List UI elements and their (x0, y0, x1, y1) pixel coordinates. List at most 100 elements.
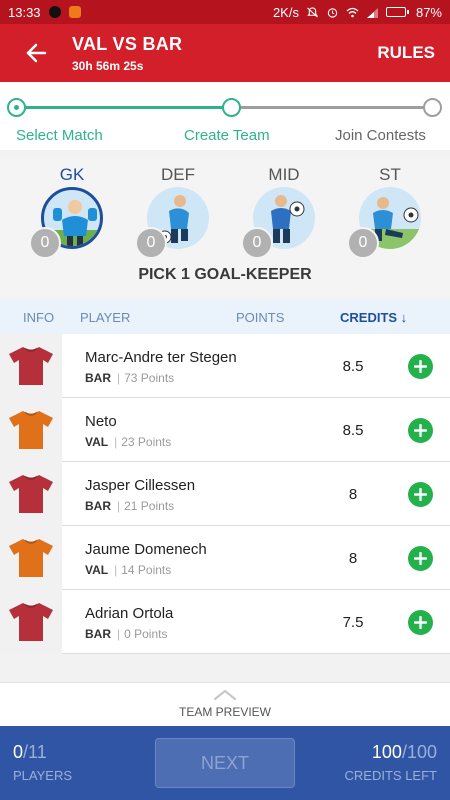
player-meta: BAR | 73 Points (85, 371, 175, 385)
plus-icon (414, 360, 427, 373)
add-player-button[interactable] (408, 354, 433, 379)
column-header-info: INFO (23, 310, 55, 325)
credits-left-label: CREDITS LEFT (344, 768, 437, 783)
match-countdown: 30h 56m 25s (72, 58, 144, 73)
jersey-icon (9, 475, 53, 513)
step-node-join-contests[interactable] (423, 98, 442, 117)
player-credits: 7.5 (342, 614, 364, 631)
player-points: 73 Points (124, 371, 175, 385)
wifi-icon (346, 7, 359, 17)
step-node-select-match[interactable] (7, 98, 26, 117)
players-selected: 0 (13, 742, 24, 762)
position-count-badge: 0 (29, 227, 61, 259)
position-label: MID (268, 165, 300, 184)
player-info-button[interactable] (0, 398, 62, 462)
player-row[interactable]: Adrian Ortola BAR | 0 Points 7.5 (0, 590, 450, 654)
app-notification-icon (68, 6, 81, 18)
credits-total: /100 (401, 742, 437, 762)
arrow-left-icon (26, 43, 47, 63)
position-tab-def[interactable]: DEF 0 (123, 156, 233, 259)
position-count-badge: 0 (347, 227, 379, 259)
add-player-button[interactable] (408, 610, 433, 635)
position-label: GK (59, 165, 85, 184)
player-row[interactable]: Jasper Cillessen BAR | 21 Points 8 (0, 462, 450, 526)
signal-icon (366, 7, 378, 18)
player-name: Adrian Ortola (85, 605, 174, 622)
step-label-create-team[interactable]: Create Team (184, 127, 270, 144)
chevron-up-icon (213, 689, 237, 701)
column-header-credits[interactable]: CREDITS ↓ (340, 310, 407, 325)
player-points: 14 Points (121, 563, 172, 577)
position-selector: GK 0 DEF 0 MID 0 ST 0 PICK 1 GOAL-KEEPER (0, 156, 450, 296)
player-meta: VAL | 14 Points (85, 563, 172, 577)
bug-notification-icon (48, 6, 61, 18)
status-time: 13:33 (8, 4, 41, 20)
player-table-header: INFO PLAYER POINTS CREDITS ↓ (0, 300, 450, 334)
player-row[interactable]: Marc-Andre ter Stegen BAR | 73 Points 8.5 (0, 334, 450, 398)
app-bar: VAL VS BAR 30h 56m 25s RULES (0, 24, 450, 82)
jersey-icon (9, 603, 53, 641)
player-points: 23 Points (121, 435, 172, 449)
players-counter: 0/11 PLAYERS (13, 742, 72, 783)
player-row[interactable]: Neto VAL | 23 Points 8.5 (0, 398, 450, 462)
defender-avatar: 0 (135, 187, 209, 259)
goalkeeper-avatar: 0 (29, 187, 103, 259)
player-info-button[interactable] (0, 462, 62, 526)
player-team: BAR (85, 627, 111, 641)
column-header-points[interactable]: POINTS (236, 310, 284, 325)
position-count-badge: 0 (135, 227, 167, 259)
add-player-button[interactable] (408, 482, 433, 507)
player-meta: BAR | 21 Points (85, 499, 175, 513)
player-meta: VAL | 23 Points (85, 435, 172, 449)
team-preview-toggle[interactable]: TEAM PREVIEW (0, 682, 450, 726)
stepper-line-done (16, 106, 232, 109)
step-label-join-contests[interactable]: Join Contests (335, 127, 426, 144)
jersey-icon (9, 539, 53, 577)
step-node-create-team[interactable] (222, 98, 241, 117)
plus-icon (414, 552, 427, 565)
player-name: Marc-Andre ter Stegen (85, 349, 237, 366)
bottom-bar: 0/11 PLAYERS NEXT 100/100 CREDITS LEFT (0, 726, 450, 800)
player-credits: 8.5 (342, 358, 364, 375)
player-info-button[interactable] (0, 526, 62, 590)
position-tab-st[interactable]: ST 0 (335, 156, 445, 259)
player-info-button[interactable] (0, 334, 62, 398)
match-title: VAL VS BAR (72, 33, 183, 54)
players-total: /11 (23, 742, 47, 762)
team-preview-label: TEAM PREVIEW (178, 705, 271, 719)
plus-icon (414, 616, 427, 629)
player-team: BAR (85, 499, 111, 513)
player-team: VAL (85, 563, 109, 577)
player-name: Jaume Domenech (85, 541, 207, 558)
player-meta: BAR | 0 Points (85, 627, 168, 641)
position-label: ST (379, 165, 401, 184)
position-tab-mid[interactable]: MID 0 (229, 156, 339, 259)
column-header-player: PLAYER (80, 310, 131, 325)
player-info-button[interactable] (0, 590, 62, 654)
back-button[interactable] (0, 24, 72, 82)
add-player-button[interactable] (408, 418, 433, 443)
player-name: Neto (85, 413, 117, 430)
plus-icon (414, 424, 427, 437)
add-player-button[interactable] (408, 546, 433, 571)
player-row[interactable]: Jaume Domenech VAL | 14 Points 8 (0, 526, 450, 590)
player-team: VAL (85, 435, 109, 449)
pick-instruction: PICK 1 GOAL-KEEPER (138, 266, 312, 283)
player-credits: 8.5 (342, 422, 364, 439)
battery-icon (385, 7, 409, 17)
credits-left: 100 (371, 742, 402, 762)
player-points: 0 Points (124, 627, 168, 641)
players-label: PLAYERS (13, 768, 73, 783)
step-label-select-match[interactable]: Select Match (16, 127, 103, 144)
position-tab-gk[interactable]: GK 0 (17, 156, 127, 259)
jersey-icon (9, 347, 53, 385)
plus-icon (414, 488, 427, 501)
rules-button[interactable]: RULES (362, 43, 450, 63)
player-list: Marc-Andre ter Stegen BAR | 73 Points 8.5 … (0, 334, 450, 654)
status-bar: 13:33 2K/s 87% (0, 0, 450, 24)
player-credits: 8 (348, 550, 358, 567)
position-count-badge: 0 (241, 227, 273, 259)
next-button[interactable]: NEXT (155, 738, 295, 788)
player-points: 21 Points (124, 499, 175, 513)
midfielder-avatar: 0 (241, 187, 315, 259)
